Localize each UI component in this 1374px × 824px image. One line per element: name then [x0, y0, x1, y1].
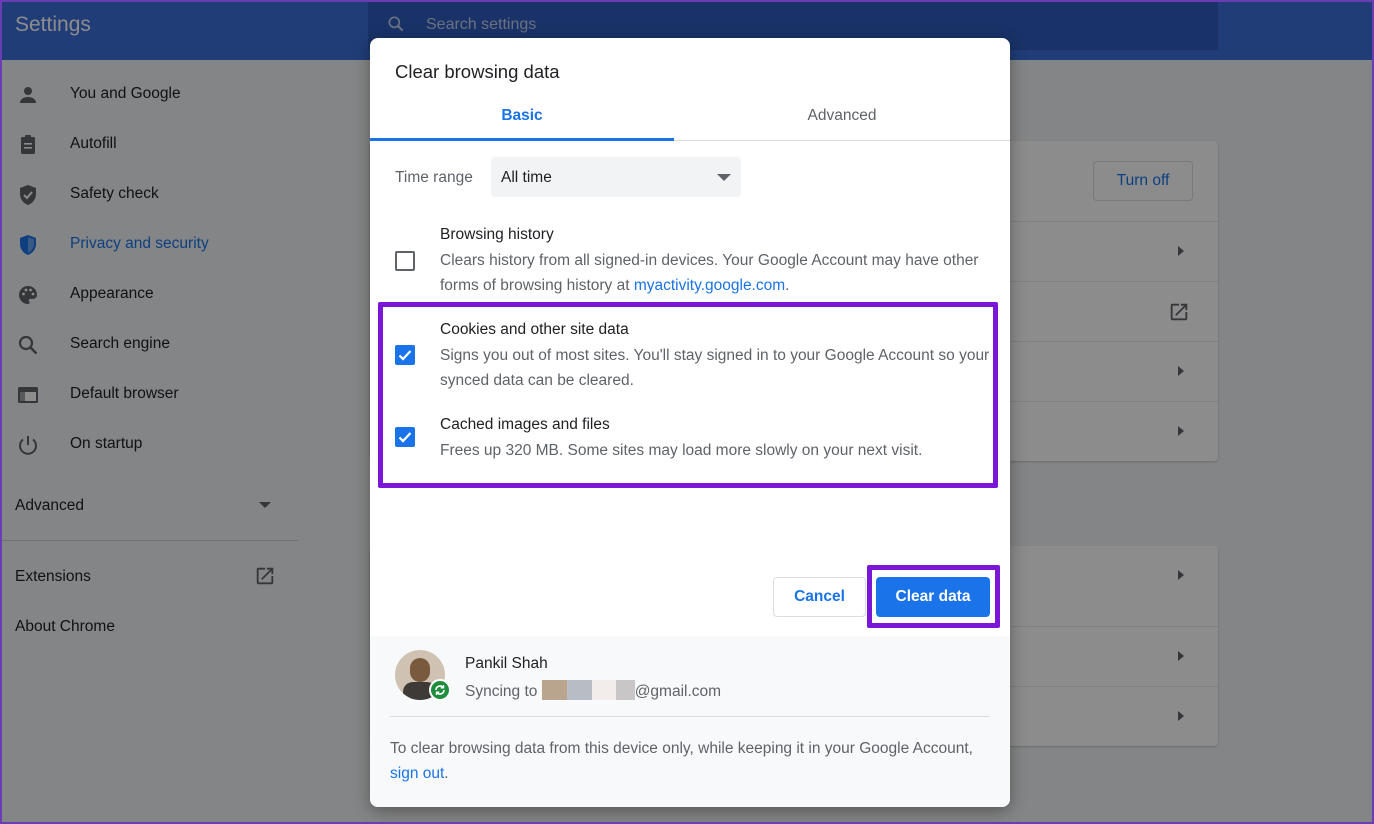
- email-suffix: @gmail.com: [634, 683, 722, 700]
- option-title: Browsing history: [440, 226, 554, 243]
- browsing-history-checkbox[interactable]: [395, 251, 415, 271]
- footer-note-end: .: [444, 765, 449, 782]
- sync-prefix: Syncing to: [465, 683, 542, 700]
- time-range-select[interactable]: All time: [491, 157, 741, 197]
- footer-note-text: To clear browsing data from this device …: [390, 740, 973, 757]
- dialog-title: Clear browsing data: [395, 61, 560, 82]
- option-description-end: .: [785, 277, 790, 294]
- redacted-email-block: [541, 680, 567, 700]
- cancel-button[interactable]: Cancel: [773, 577, 866, 617]
- dialog-footer: Pankil Shah Syncing to @gmail.com To cle…: [370, 636, 1010, 807]
- sync-icon: [429, 679, 451, 701]
- clear-browsing-data-dialog: Clear browsing data Basic Advanced Time …: [370, 38, 1010, 807]
- tab-advanced[interactable]: Advanced: [690, 96, 994, 141]
- avatar-head: [410, 658, 430, 682]
- redacted-email-block: [566, 680, 592, 700]
- annotation-highlight-clear-button: [867, 565, 1000, 628]
- myactivity-link[interactable]: myactivity.google.com: [634, 277, 785, 294]
- account-name: Pankil Shah: [465, 655, 548, 672]
- footer-divider: [390, 716, 990, 717]
- redacted-email-block: [615, 680, 635, 700]
- dropdown-arrow-icon: [717, 174, 731, 181]
- time-range-label: Time range: [395, 169, 473, 186]
- annotation-highlight-options: [378, 302, 998, 488]
- time-range-value: All time: [501, 169, 552, 186]
- account-sync-status: Syncing to @gmail.com: [465, 680, 721, 701]
- tab-basic[interactable]: Basic: [370, 96, 674, 141]
- dialog-tabs: Basic Advanced: [370, 96, 1010, 141]
- redacted-email-block: [591, 680, 616, 700]
- option-description: Clears history from all signed-in device…: [440, 248, 990, 298]
- sign-out-link[interactable]: sign out: [390, 765, 444, 782]
- footer-note: To clear browsing data from this device …: [390, 736, 980, 786]
